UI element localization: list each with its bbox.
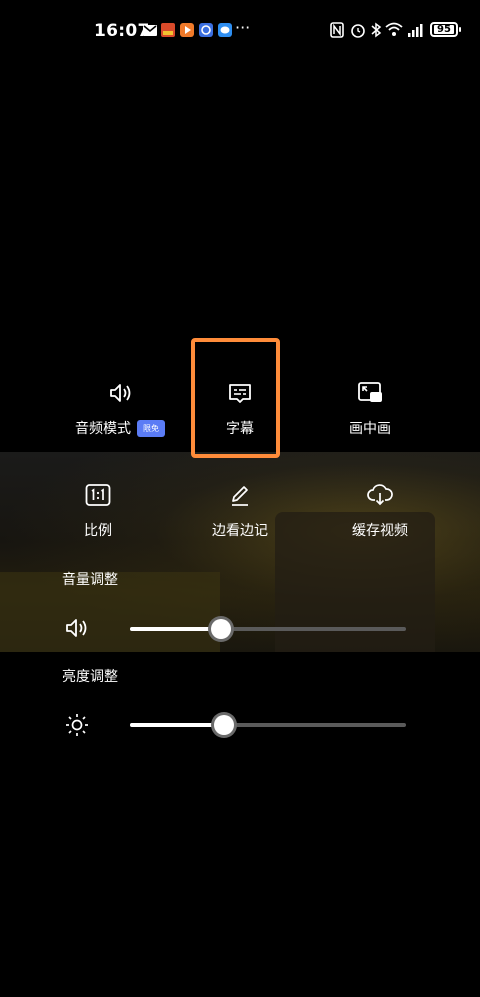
battery-indicator: 95 [430,22,461,37]
brightness-slider-fill [130,723,224,727]
pip-button[interactable]: 画中画 [310,380,430,438]
more-notifications: ··· [235,18,251,37]
cache-video-button[interactable]: 缓存视频 [320,482,440,540]
nfc-icon [330,22,344,38]
audio-mode-button[interactable]: 音频模式 限免 [60,380,180,438]
wifi-icon [385,22,403,36]
picture-in-picture-icon [358,382,382,402]
volume-slider[interactable] [130,627,406,631]
volume-icon [66,619,87,637]
mail-icon [143,25,157,36]
brightness-slider-thumb[interactable] [214,715,234,735]
chat-icon [218,23,232,37]
status-bar: 16:07 ··· 95 [0,0,480,60]
signal-icon [408,24,423,37]
take-notes-label: 边看边记 [212,523,268,539]
bluetooth-icon [371,22,382,38]
video-app-icon [180,23,194,37]
volume-title: 音量调整 [62,572,118,588]
aspect-ratio-label: 比例 [84,523,112,539]
browser-icon [199,23,213,37]
speaker-icon [110,384,131,402]
cache-video-label: 缓存视频 [352,523,408,539]
brightness-slider[interactable] [130,723,406,727]
audio-mode-label: 音频模式 [75,421,131,437]
take-notes-button[interactable]: 边看边记 [180,482,300,540]
volume-slider-thumb[interactable] [211,619,231,639]
subtitles-highlight-box [191,338,280,458]
brightness-title: 亮度调整 [62,669,118,685]
pip-label: 画中画 [349,421,391,437]
cloud-download-icon [367,484,393,506]
volume-slider-fill [130,627,221,631]
app-notif-icon [161,23,175,37]
pencil-icon [232,486,248,506]
aspect-ratio-button[interactable]: 比例 [38,482,158,540]
alarm-icon [351,24,365,38]
free-badge: 限免 [137,420,165,437]
aspect-ratio-icon [85,484,111,506]
brightness-icon [66,714,88,736]
